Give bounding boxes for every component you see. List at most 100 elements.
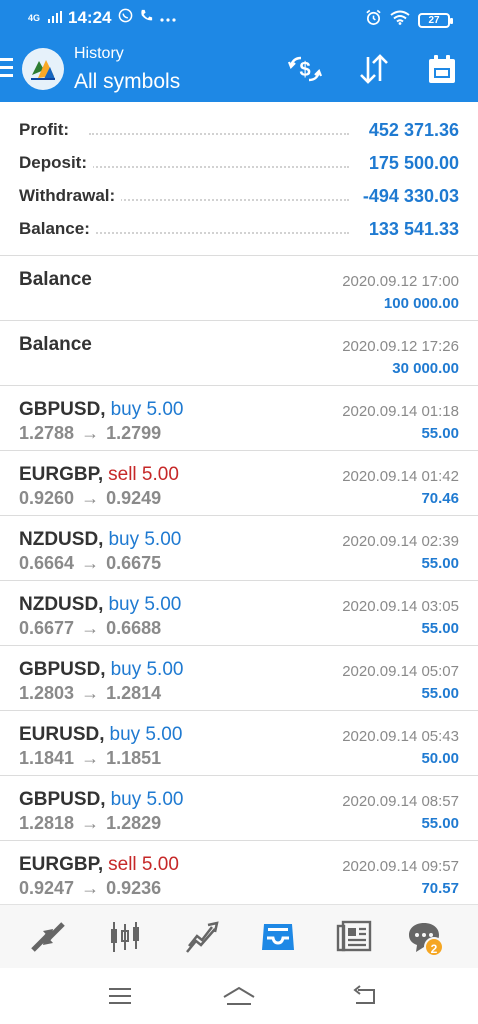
close-price: 0.6675 [106,553,162,573]
symbol-filter-icon[interactable]: $ [286,50,324,88]
deal-time: 2020.09.14 05:43 [342,728,459,745]
close-price: 1.2814 [106,683,162,703]
deal-prices: 1.1841 → 1.1851 [19,748,161,769]
alarm-icon [365,9,382,31]
deal-symbol: GBPUSD [19,659,101,680]
sort-icon[interactable] [355,50,393,88]
app-logo [22,48,64,90]
chat-badge: 2 [424,937,444,957]
balance-row: Balance: 133 541.33 [19,215,459,245]
deal-time: 2020.09.14 05:07 [342,663,459,680]
quotes-icon[interactable] [26,915,70,959]
status-right: 27 [365,9,453,31]
deal-time: 2020.09.14 09:57 [342,858,459,875]
close-price: 0.9236 [106,878,162,898]
close-price: 1.1851 [106,748,162,768]
whatsapp-icon [118,8,133,28]
status-left: 4G 14:24 [28,8,176,28]
deal-symbol: NZDUSD [19,529,99,550]
deal-prices: 1.2818 → 1.2829 [19,813,161,834]
news-icon[interactable] [332,915,376,959]
deal-time: 2020.09.14 08:57 [342,793,459,810]
open-price: 0.6664 [19,553,75,573]
open-price: 0.9247 [19,878,75,898]
withdrawal-row: Withdrawal: -494 330.03 [19,182,459,212]
arrow-right-icon: → [81,683,100,703]
arrow-right-icon: → [81,618,100,638]
deal-prices: 1.2803 → 1.2814 [19,683,161,704]
back-icon[interactable] [350,982,380,1010]
deal-time: 2020.09.12 17:00 [342,273,459,290]
profit-value: 452 371.36 [362,120,459,141]
dotted-leader [89,232,349,234]
open-price: 1.2803 [19,683,75,703]
deal-title: Balance [19,334,92,355]
arrow-right-icon: → [81,878,100,898]
deal-symbol: EURGBP [19,854,98,875]
calendar-icon[interactable] [423,50,461,88]
deal-symbol: EURGBP [19,464,98,485]
phone-call-icon [139,8,154,28]
close-price: 0.9249 [106,488,162,508]
profit-label: Profit: [19,120,76,140]
deal-prices: 1.2788 → 1.2799 [19,423,161,444]
history-icon[interactable] [256,915,300,959]
deal-side: buy 5.00 [108,594,182,615]
open-price: 1.2788 [19,423,75,443]
dotted-leader [89,166,349,168]
status-bar: 4G 14:24 27 [0,0,478,38]
header-subtitle: History [74,45,124,62]
list-item[interactable]: EURUSD, buy 5.00 1.1841 → 1.1851 2020.09.14… [0,711,478,776]
list-item[interactable]: EURGBP, sell 5.00 0.9260 → 0.9249 2020.09.1… [0,451,478,516]
deals-list: Balance 2020.09.12 17:00 100 000.00 Bala… [0,256,478,906]
deal-title: GBPUSD, buy 5.00 [19,659,184,680]
deal-side: buy 5.00 [110,659,184,680]
chat-icon[interactable]: 2 [402,915,446,959]
deal-amount: 50.00 [421,750,459,767]
deal-symbol: GBPUSD [19,399,101,420]
chart-icon[interactable] [103,915,147,959]
recent-apps-icon[interactable] [105,982,135,1010]
header-title[interactable]: All symbols [74,70,180,94]
deal-side: buy 5.00 [108,529,182,550]
list-item[interactable]: NZDUSD, buy 5.00 0.6677 → 0.6688 2020.09.14… [0,581,478,646]
deal-title: NZDUSD, buy 5.00 [19,529,182,550]
deal-time: 2020.09.14 01:18 [342,403,459,420]
deal-amount: 55.00 [421,620,459,637]
battery-indicator: 27 [418,12,453,28]
open-price: 1.2818 [19,813,75,833]
deal-prices: 0.6677 → 0.6688 [19,618,161,639]
open-price: 1.1841 [19,748,75,768]
menu-button[interactable] [0,58,14,78]
close-price: 1.2829 [106,813,162,833]
deal-amount: 55.00 [421,815,459,832]
deal-time: 2020.09.14 03:05 [342,598,459,615]
deal-amount: 55.00 [421,555,459,572]
profit-row: Profit: 452 371.36 [19,116,459,146]
deal-symbol: EURUSD [19,724,100,745]
dotted-leader [89,133,349,135]
system-navigation-bar [0,968,478,1024]
list-item[interactable]: Balance 2020.09.12 17:26 30 000.00 [0,321,478,386]
deal-amount: 70.57 [421,880,459,897]
more-notifications-icon [159,8,176,28]
deal-title: Balance [19,269,92,290]
open-price: 0.6677 [19,618,75,638]
deal-title: GBPUSD, buy 5.00 [19,789,184,810]
list-item[interactable]: GBPUSD, buy 5.00 1.2788 → 1.2799 2020.09.14… [0,386,478,451]
deal-amount: 70.46 [421,490,459,507]
arrow-right-icon: → [81,553,100,573]
list-item[interactable]: NZDUSD, buy 5.00 0.6664 → 0.6675 2020.09.14… [0,516,478,581]
list-item[interactable]: GBPUSD, buy 5.00 1.2818 → 1.2829 2020.09.14… [0,776,478,841]
withdrawal-value: -494 330.03 [356,186,459,207]
withdrawal-label: Withdrawal: [19,186,122,206]
deposit-row: Deposit: 175 500.00 [19,149,459,179]
list-item[interactable]: Balance 2020.09.12 17:00 100 000.00 [0,256,478,321]
status-time: 14:24 [68,8,112,27]
deal-amount: 55.00 [421,425,459,442]
home-icon[interactable] [222,982,256,1010]
list-item[interactable]: EURGBP, sell 5.00 0.9247 → 0.9236 2020.09.1… [0,841,478,906]
trade-icon[interactable] [180,915,224,959]
balance-label: Balance: [19,219,96,239]
list-item[interactable]: GBPUSD, buy 5.00 1.2803 → 1.2814 2020.09.14… [0,646,478,711]
